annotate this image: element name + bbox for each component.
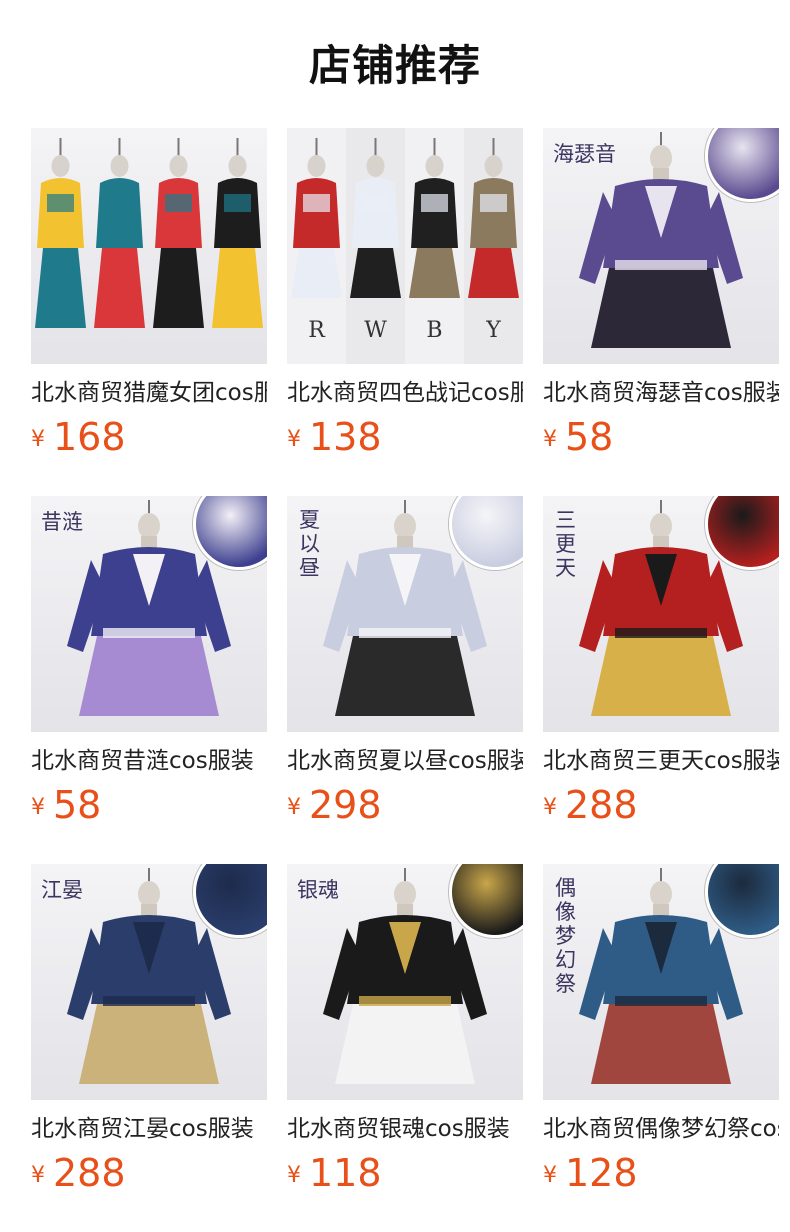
product-image[interactable]: 三更天: [543, 496, 779, 732]
currency-symbol: ¥: [31, 1163, 45, 1188]
product-card[interactable]: 夏以昼北水商贸夏以昼cos服装 ¥298: [287, 496, 523, 836]
product-image[interactable]: 海瑟音: [543, 128, 779, 364]
product-price: ¥58: [31, 782, 101, 828]
product-card[interactable]: 江晏北水商贸江晏cos服装 ¥288: [31, 864, 267, 1204]
page-title: 店铺推荐: [308, 41, 481, 90]
product-image[interactable]: RWBY: [287, 128, 523, 364]
product-image-label: 昔涟: [41, 510, 83, 534]
product-image-label: 偶像梦幻祭: [555, 876, 576, 996]
product-price: ¥118: [287, 1150, 382, 1196]
product-title[interactable]: 北水商贸海瑟音cos服装: [543, 376, 779, 410]
product-price: ¥168: [31, 414, 126, 460]
variant-letters: RWBY: [287, 318, 523, 343]
product-image[interactable]: [31, 128, 267, 364]
price-amount: 58: [53, 783, 102, 827]
product-price: ¥288: [543, 782, 638, 828]
currency-symbol: ¥: [543, 795, 557, 820]
product-image-label: 银魂: [297, 878, 339, 902]
product-card[interactable]: 昔涟北水商贸昔涟cos服装 ¥58: [31, 496, 267, 836]
recommended-products-grid: 北水商贸猎魔女团cos服 ¥168 R W B Y 北水商贸四色战记cos服 ¥138 海瑟音北…: [31, 128, 790, 1228]
product-card[interactable]: 北水商贸猎魔女团cos服 ¥168: [31, 128, 267, 468]
variant-letter: B: [426, 318, 443, 343]
product-title[interactable]: 北水商贸猎魔女团cos服: [31, 376, 267, 410]
product-image-label: 海瑟音: [553, 142, 616, 166]
product-image[interactable]: 银魂: [287, 864, 523, 1100]
product-image-label: 夏以昼: [299, 508, 320, 580]
product-price: ¥298: [287, 782, 382, 828]
product-image-label: 江晏: [41, 878, 83, 902]
product-card[interactable]: R W B Y 北水商贸四色战记cos服 ¥138: [287, 128, 523, 468]
product-title[interactable]: 北水商贸银魂cos服装: [287, 1112, 523, 1146]
currency-symbol: ¥: [287, 795, 301, 820]
price-amount: 168: [53, 415, 126, 459]
currency-symbol: ¥: [31, 427, 45, 452]
product-image[interactable]: 偶像梦幻祭: [543, 864, 779, 1100]
price-amount: 118: [309, 1151, 382, 1195]
price-amount: 298: [309, 783, 382, 827]
currency-symbol: ¥: [287, 1163, 301, 1188]
price-amount: 58: [565, 415, 614, 459]
price-amount: 128: [565, 1151, 638, 1195]
variant-letter: W: [364, 318, 387, 343]
product-image[interactable]: 昔涟: [31, 496, 267, 732]
currency-symbol: ¥: [543, 427, 557, 452]
product-price: ¥128: [543, 1150, 638, 1196]
price-amount: 138: [309, 415, 382, 459]
product-price: ¥58: [543, 414, 613, 460]
product-title[interactable]: 北水商贸江晏cos服装: [31, 1112, 267, 1146]
product-title[interactable]: 北水商贸昔涟cos服装: [31, 744, 267, 778]
product-card[interactable]: 海瑟音北水商贸海瑟音cos服装 ¥58: [543, 128, 779, 468]
price-amount: 288: [53, 1151, 126, 1195]
product-image[interactable]: 江晏: [31, 864, 267, 1100]
variant-letter: Y: [486, 318, 501, 343]
product-title[interactable]: 北水商贸夏以昼cos服装: [287, 744, 523, 778]
currency-symbol: ¥: [31, 795, 45, 820]
product-image-label: 三更天: [555, 508, 576, 580]
currency-symbol: ¥: [287, 427, 301, 452]
product-title[interactable]: 北水商贸三更天cos服装: [543, 744, 779, 778]
costume-set-icon: [35, 138, 263, 328]
product-price: ¥138: [287, 414, 382, 460]
variant-letter: R: [308, 318, 325, 343]
product-price: ¥288: [31, 1150, 126, 1196]
product-card[interactable]: 三更天北水商贸三更天cos服装 ¥288: [543, 496, 779, 836]
product-image[interactable]: 夏以昼: [287, 496, 523, 732]
currency-symbol: ¥: [543, 1163, 557, 1188]
product-card[interactable]: 偶像梦幻祭北水商贸偶像梦幻祭cos服装 ¥128: [543, 864, 779, 1204]
product-card[interactable]: 银魂北水商贸银魂cos服装 ¥118: [287, 864, 523, 1204]
price-amount: 288: [565, 783, 638, 827]
product-title[interactable]: 北水商贸四色战记cos服: [287, 376, 523, 410]
product-title[interactable]: 北水商贸偶像梦幻祭cos服装: [543, 1112, 779, 1146]
